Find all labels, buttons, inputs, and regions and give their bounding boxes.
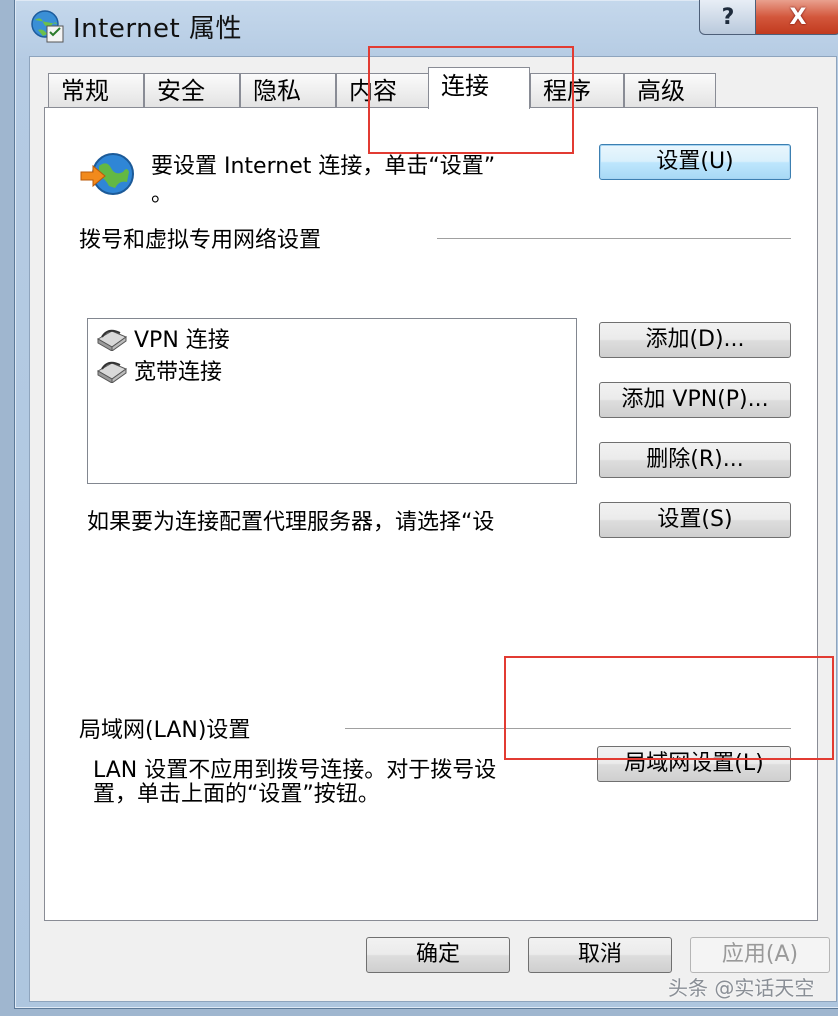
setup-instruction-line2: 。 <box>151 182 174 207</box>
dialup-divider <box>437 238 791 240</box>
connection-name: 宽带连接 <box>134 360 223 385</box>
connections-panel: 要设置 Internet 连接，单击“设置” 。 设置(U) 拨号和虚拟专用网络… <box>44 107 818 921</box>
lan-divider <box>345 728 791 730</box>
add-vpn-button[interactable]: 添加 VPN(P)... <box>599 382 791 418</box>
cancel-button[interactable]: 取消 <box>528 937 672 973</box>
dialup-connection-icon <box>96 361 128 383</box>
help-button[interactable]: ? <box>699 0 757 35</box>
add-button[interactable]: 添加(D)... <box>599 322 791 358</box>
connection-list[interactable]: VPN 连接 宽带连接 <box>87 318 577 484</box>
window-title: Internet 属性 <box>73 14 243 44</box>
title-bar[interactable]: Internet 属性 ? X <box>15 0 838 56</box>
list-item[interactable]: VPN 连接 <box>94 323 230 353</box>
lan-settings-button[interactable]: 局域网设置(L) <box>597 746 791 782</box>
tab-general[interactable]: 常规 <box>48 73 144 107</box>
close-button[interactable]: X <box>755 0 838 35</box>
tab-advanced[interactable]: 高级 <box>624 73 716 107</box>
watermark-text: 头条 @实话天空 <box>668 976 815 1000</box>
lan-instruction-line2: 置，单击上面的“设置”按钮。 <box>93 782 380 807</box>
list-item[interactable]: 宽带连接 <box>94 355 222 385</box>
internet-properties-window: Internet 属性 ? X 常规 安全 隐私 内容 连接 程序 高级 要设置… <box>14 0 838 1009</box>
ok-button[interactable]: 确定 <box>366 937 510 973</box>
dialup-connection-icon <box>96 329 128 351</box>
lan-section-heading: 局域网(LAN)设置 <box>79 718 251 743</box>
tab-connections[interactable]: 连接 <box>428 67 530 109</box>
connection-name: VPN 连接 <box>134 328 230 353</box>
apply-button[interactable]: 应用(A) <box>690 937 830 973</box>
setup-button[interactable]: 设置(U) <box>599 144 791 180</box>
setup-instruction-line1: 要设置 Internet 连接，单击“设置” <box>151 154 496 179</box>
dialup-section-heading: 拨号和虚拟专用网络设置 <box>79 228 322 253</box>
tab-content[interactable]: 内容 <box>336 73 430 107</box>
tab-security[interactable]: 安全 <box>144 73 240 107</box>
dialog-client-area: 常规 安全 隐私 内容 连接 程序 高级 要设置 Internet 连接，单击“… <box>29 56 837 1002</box>
tab-programs[interactable]: 程序 <box>530 73 624 107</box>
dialup-settings-button[interactable]: 设置(S) <box>599 502 791 538</box>
proxy-instruction: 如果要为连接配置代理服务器，请选择“设 <box>87 510 495 535</box>
tab-privacy[interactable]: 隐私 <box>240 73 336 107</box>
internet-globe-icon <box>80 153 134 195</box>
internet-options-icon <box>31 10 64 43</box>
remove-button[interactable]: 删除(R)... <box>599 442 791 478</box>
